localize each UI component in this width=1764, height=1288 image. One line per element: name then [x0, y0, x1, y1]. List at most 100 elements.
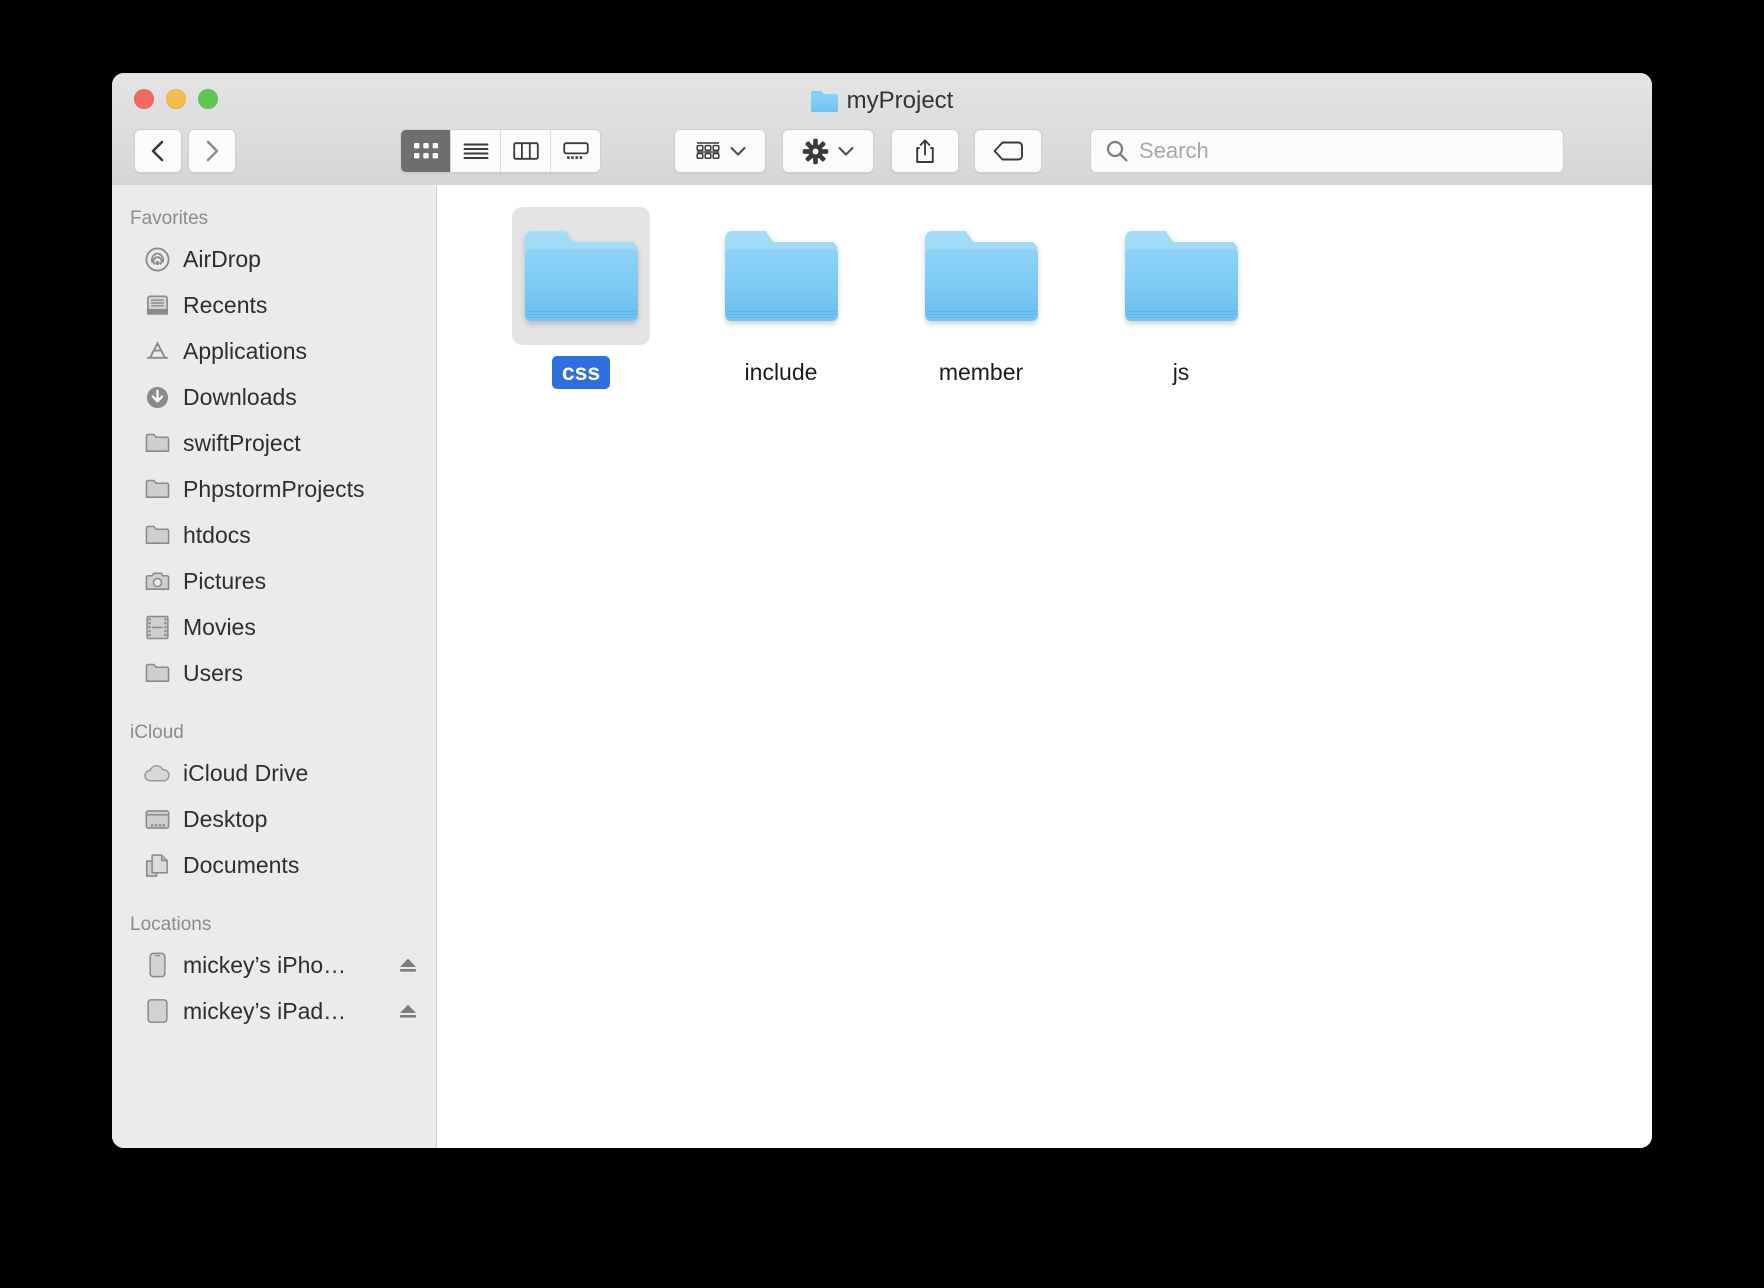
view-mode-segmented-control — [400, 129, 601, 173]
back-button[interactable] — [134, 129, 182, 173]
view-mode-column-button[interactable] — [501, 130, 551, 172]
desktop-icon — [144, 806, 170, 832]
sidebar-item-label: htdocs — [183, 521, 251, 548]
sidebar-item-applications[interactable]: Applications — [112, 328, 436, 374]
toolbar: Search — [112, 123, 1652, 179]
ipad-icon — [144, 998, 170, 1024]
sidebar-section-locations-header: Locations — [130, 914, 212, 935]
file-thumbnail — [512, 207, 650, 345]
applications-icon — [144, 338, 170, 364]
close-button[interactable] — [134, 89, 154, 109]
file-item-include[interactable]: include — [681, 207, 881, 389]
chevron-down-icon — [730, 146, 745, 156]
sidebar-item-phpstormprojects[interactable]: PhpstormProjects — [112, 466, 436, 512]
sidebar-item-label: Pictures — [183, 567, 267, 594]
file-label[interactable]: member — [929, 356, 1033, 389]
sidebar-item-documents[interactable]: Documents — [112, 842, 436, 888]
arrange-by-button[interactable] — [674, 129, 766, 173]
grid-icon — [413, 143, 438, 159]
view-mode-gallery-button[interactable] — [551, 130, 600, 172]
folder-icon — [810, 90, 838, 112]
sidebar-item-airdrop[interactable]: AirDrop — [112, 236, 436, 282]
window-title-text: myProject — [846, 87, 954, 114]
sidebar-item-icloud-drive[interactable]: iCloud Drive — [112, 750, 436, 796]
file-item-js[interactable]: js — [1081, 207, 1281, 389]
sidebar-item-pictures[interactable]: Pictures — [112, 558, 436, 604]
group-icon — [695, 142, 720, 159]
share-icon — [916, 139, 934, 163]
iphone-icon — [144, 952, 170, 978]
search-icon — [1106, 140, 1128, 162]
action-menu-button[interactable] — [782, 129, 874, 173]
screen: myProject Search Favorites AirDrop Recen… — [0, 0, 1764, 1288]
file-item-member[interactable]: member — [881, 207, 1081, 389]
folder-icon — [144, 430, 170, 456]
sidebar-item-label: AirDrop — [183, 245, 261, 272]
view-mode-list-button[interactable] — [451, 130, 501, 172]
folder-icon — [1124, 231, 1238, 321]
sidebar-item-mickeys-ipad[interactable]: mickey’s iPad… — [112, 988, 436, 1034]
sidebar-item-label: Movies — [183, 613, 256, 640]
sidebar-item-label: PhpstormProjects — [183, 475, 365, 502]
recents-icon — [144, 292, 170, 318]
view-mode-icon-button[interactable] — [401, 130, 451, 172]
icon-grid: css include member js — [437, 203, 1652, 411]
chevron-down-icon — [838, 146, 854, 156]
file-thumbnail — [1112, 207, 1250, 345]
window-titlebar: myProject Search — [112, 73, 1652, 186]
file-item-css[interactable]: css — [481, 207, 681, 389]
window-body: Favorites AirDrop Recents Applications D… — [112, 185, 1652, 1148]
sidebar-item-label: swiftProject — [183, 429, 301, 456]
search-input[interactable]: Search — [1139, 138, 1209, 164]
chevron-right-icon — [206, 140, 219, 162]
file-label[interactable]: css — [551, 356, 611, 389]
file-thumbnail — [712, 207, 850, 345]
eject-icon[interactable] — [398, 1001, 418, 1021]
sidebar-item-users[interactable]: Users — [112, 650, 436, 696]
tags-button[interactable] — [974, 129, 1042, 173]
window-title: myProject — [112, 87, 1652, 115]
eject-icon[interactable] — [398, 955, 418, 975]
sidebar-item-desktop[interactable]: Desktop — [112, 796, 436, 842]
folder-icon — [924, 231, 1038, 321]
folder-icon — [144, 522, 170, 548]
cloud-icon — [144, 760, 170, 786]
sidebar-item-label: Downloads — [183, 383, 297, 410]
folder-icon — [144, 660, 170, 686]
sidebar-item-label: mickey’s iPad… — [183, 997, 347, 1024]
finder-window: myProject Search Favorites AirDrop Recen… — [112, 73, 1652, 1148]
minimize-button[interactable] — [166, 89, 186, 109]
sidebar-item-htdocs[interactable]: htdocs — [112, 512, 436, 558]
sidebar-item-downloads[interactable]: Downloads — [112, 374, 436, 420]
sidebar-item-label: Recents — [183, 291, 268, 318]
airdrop-icon — [144, 246, 170, 272]
search-field[interactable]: Search — [1090, 129, 1564, 173]
tag-icon — [993, 141, 1023, 161]
sidebar-item-movies[interactable]: Movies — [112, 604, 436, 650]
sidebar-item-swiftproject[interactable]: swiftProject — [112, 420, 436, 466]
sidebar-item-label: mickey’s iPho… — [183, 951, 347, 978]
sidebar-item-label: Documents — [183, 851, 300, 878]
share-button[interactable] — [891, 129, 959, 173]
forward-button[interactable] — [188, 129, 236, 173]
gallery-icon — [562, 142, 589, 159]
file-label[interactable]: js — [1163, 356, 1200, 389]
file-browser-content[interactable]: css include member js — [437, 185, 1652, 1148]
navigation-button-group — [134, 129, 236, 173]
sidebar-item-label: Users — [183, 659, 244, 686]
sidebar[interactable]: Favorites AirDrop Recents Applications D… — [112, 185, 437, 1148]
folder-icon — [524, 231, 638, 321]
traffic-light-group — [134, 89, 218, 109]
gear-icon — [802, 138, 829, 164]
maximize-button[interactable] — [198, 89, 218, 109]
camera-icon — [144, 568, 170, 594]
folder-icon — [724, 231, 838, 321]
file-thumbnail — [912, 207, 1050, 345]
sidebar-item-recents[interactable]: Recents — [112, 282, 436, 328]
file-label[interactable]: include — [735, 356, 828, 389]
sidebar-item-mickeys-iphone[interactable]: mickey’s iPho… — [112, 942, 436, 988]
chevron-left-icon — [151, 140, 164, 162]
folder-icon — [144, 476, 170, 502]
list-icon — [463, 143, 488, 159]
film-icon — [144, 614, 170, 640]
